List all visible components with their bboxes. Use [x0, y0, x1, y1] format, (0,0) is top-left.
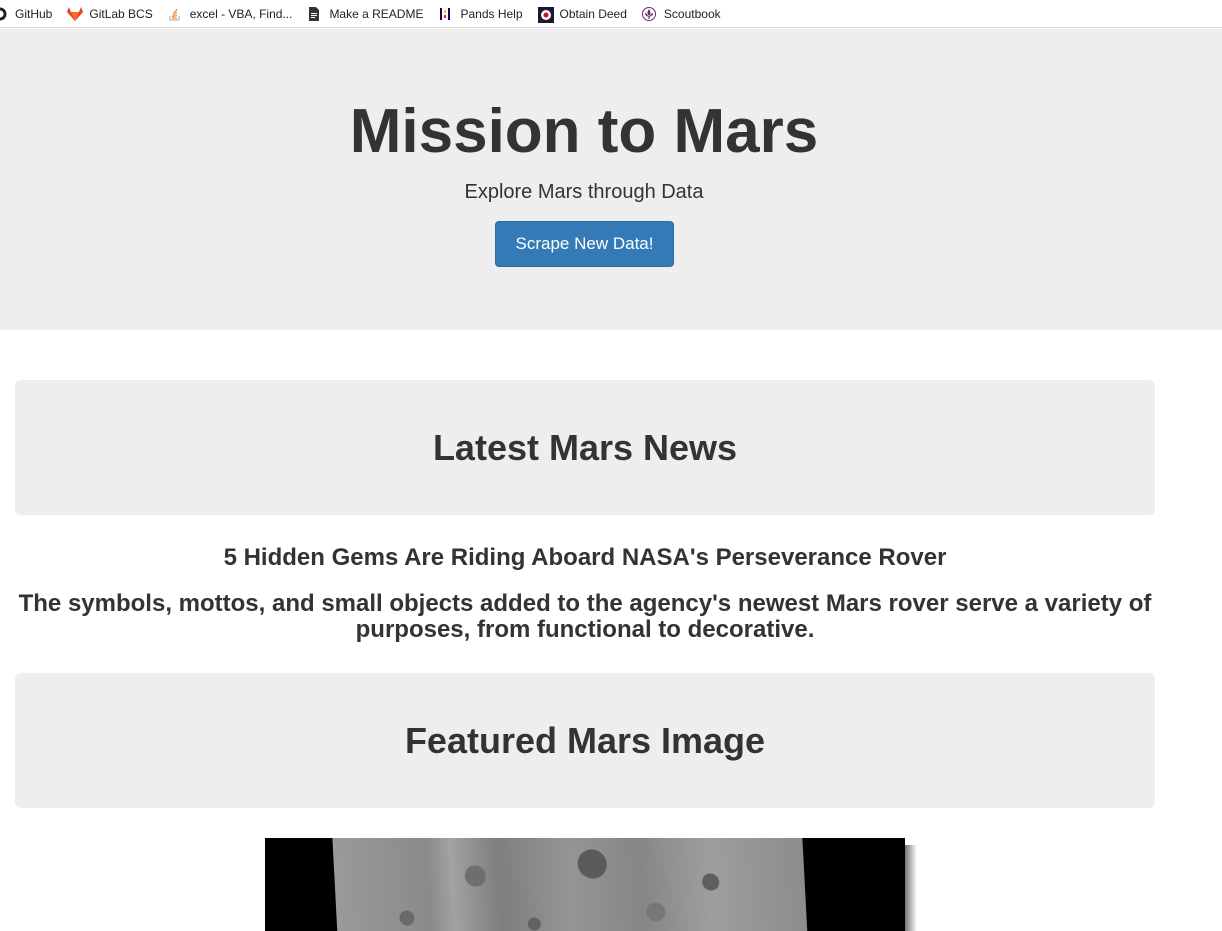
featured-mars-image [265, 838, 905, 931]
featured-image-section-header: Featured Mars Image [15, 673, 1155, 808]
bookmark-label: Obtain Deed [559, 6, 627, 21]
news-section-title: Latest Mars News [432, 427, 738, 468]
mars-surface-photo [331, 838, 809, 931]
news-headline: 5 Hidden Gems Are Riding Aboard NASA's P… [223, 544, 947, 571]
page-subtitle: Explore Mars through Data [464, 181, 704, 203]
bookmarks-bar: GitHub GitLab BCS excel - VBA, Find... M… [0, 0, 1222, 28]
bookmark-label: Make a README [329, 6, 424, 21]
bookmark-label: Scoutbook [663, 6, 721, 21]
bookmark-github[interactable]: GitHub [0, 0, 52, 28]
bookmark-scoutbook[interactable]: Scoutbook [641, 0, 721, 28]
news-section-header: Latest Mars News [15, 380, 1155, 515]
image-shadow [905, 845, 917, 931]
bookmark-gitlab[interactable]: GitLab BCS [67, 0, 153, 28]
document-icon [307, 6, 321, 21]
bookmark-label: GitHub [15, 6, 53, 21]
bookmark-readme[interactable]: Make a README [307, 0, 423, 28]
fleur-de-lis-icon [641, 6, 656, 21]
gitlab-icon [67, 6, 84, 21]
scrape-new-data-button[interactable]: Scrape New Data! [495, 221, 674, 267]
jumbotron-header: Mission to Mars Explore Mars through Dat… [0, 29, 1222, 330]
target-icon [537, 6, 554, 23]
bookmark-label: GitLab BCS [89, 6, 153, 21]
bookmark-obtain-deed[interactable]: Obtain Deed [537, 0, 627, 28]
github-icon [0, 7, 7, 21]
page-title: Mission to Mars [349, 97, 819, 166]
news-teaser: The symbols, mottos, and small objects a… [18, 590, 1152, 643]
bookmark-stackoverflow[interactable]: excel - VBA, Find... [168, 0, 293, 28]
stackoverflow-icon [168, 7, 182, 21]
bookmark-label: Pands Help [460, 6, 523, 21]
bookmark-label: excel - VBA, Find... [189, 6, 293, 21]
pandas-icon [438, 7, 452, 21]
featured-image-section-title: Featured Mars Image [404, 720, 766, 761]
bookmark-pandas[interactable]: Pands Help [438, 0, 523, 28]
